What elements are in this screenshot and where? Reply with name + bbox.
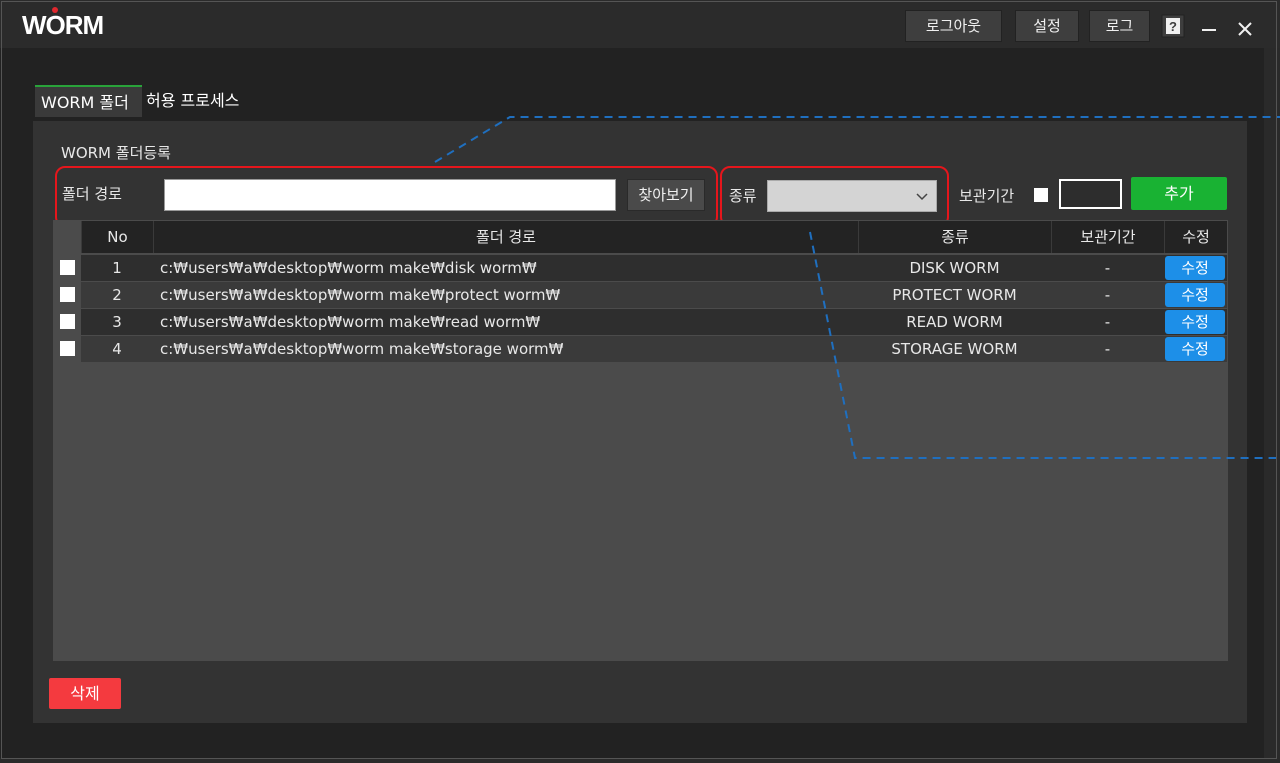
highlight-type-box (720, 166, 949, 227)
row-checkbox[interactable] (60, 314, 75, 329)
header-no: No (81, 221, 153, 253)
app-logo: WO RM (22, 7, 104, 41)
row-path: c:₩users₩a₩desktop₩worm make₩read worm₩ (160, 313, 541, 331)
row-path: c:₩users₩a₩desktop₩worm make₩protect wor… (160, 286, 561, 304)
header-path: 폴더 경로 (153, 221, 858, 253)
minimize-icon[interactable] (1202, 18, 1216, 38)
svg-text:?: ? (1169, 19, 1177, 34)
row-path: c:₩users₩a₩desktop₩worm make₩disk worm₩ (160, 259, 537, 277)
edit-button[interactable]: 수정 (1165, 310, 1225, 334)
row-no: 3 (112, 313, 122, 331)
retention-checkbox[interactable] (1034, 188, 1048, 202)
edit-button[interactable]: 수정 (1165, 256, 1225, 280)
row-retention: - (1104, 340, 1111, 358)
row-retention: - (1104, 259, 1111, 277)
logout-button[interactable]: 로그아웃 (905, 10, 1002, 42)
row-type: PROTECT WORM (892, 286, 1017, 304)
help-icon[interactable]: ? (1160, 13, 1186, 39)
highlight-path-box (55, 166, 718, 227)
row-retention: - (1104, 313, 1111, 331)
row-no: 2 (112, 286, 122, 304)
row-path: c:₩users₩a₩desktop₩worm make₩storage wor… (160, 340, 564, 358)
header-edit: 수정 (1164, 221, 1227, 253)
edit-button[interactable]: 수정 (1165, 337, 1225, 361)
edit-button[interactable]: 수정 (1165, 283, 1225, 307)
tab-worm-folder[interactable]: WORM 폴더 (35, 85, 142, 117)
row-no: 4 (112, 340, 122, 358)
row-no: 1 (112, 259, 122, 277)
tab-allowed-process[interactable]: 허용 프로세스 (146, 85, 266, 117)
retention-input[interactable] (1059, 179, 1122, 209)
row-checkbox[interactable] (60, 260, 75, 275)
row-type: READ WORM (906, 313, 1003, 331)
close-icon[interactable] (1236, 18, 1254, 38)
retention-label: 보관기간 (959, 187, 1015, 205)
row-type: DISK WORM (909, 259, 1000, 277)
header-type: 종류 (858, 221, 1051, 253)
row-checkbox[interactable] (60, 341, 75, 356)
row-retention: - (1104, 286, 1111, 304)
title-bar: WO RM (0, 0, 1280, 48)
header-retention: 보관기간 (1051, 221, 1164, 253)
row-type: STORAGE WORM (891, 340, 1018, 358)
add-button[interactable]: 추가 (1131, 177, 1227, 210)
row-checkbox[interactable] (60, 287, 75, 302)
settings-button[interactable]: 설정 (1015, 10, 1079, 42)
section-title: WORM 폴더등록 (61, 144, 171, 162)
log-button[interactable]: 로그 (1089, 10, 1150, 42)
delete-button[interactable]: 삭제 (49, 678, 121, 709)
